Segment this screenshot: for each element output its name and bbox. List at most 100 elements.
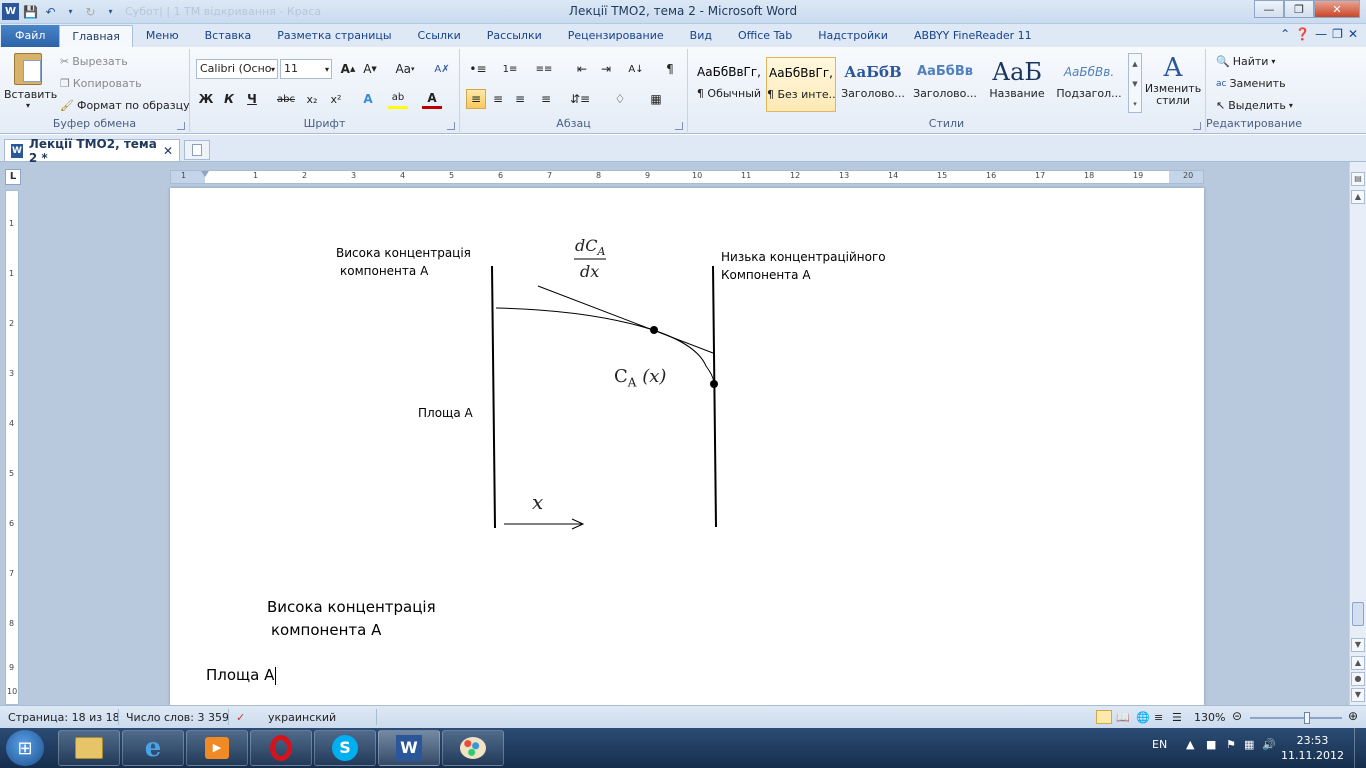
word-count[interactable]: Число слов: 3 359 xyxy=(126,711,229,724)
scroll-down-button[interactable]: ▼ xyxy=(1351,638,1365,652)
network-icon[interactable]: ▦ xyxy=(1244,738,1254,751)
font-dialog-launcher[interactable] xyxy=(447,122,455,130)
sort-icon[interactable]: A↓ xyxy=(626,59,646,79)
superscript-button[interactable]: x² xyxy=(326,89,346,109)
paste-button[interactable]: Вставить ▾ xyxy=(4,53,57,110)
scroll-up-button[interactable]: ▲ xyxy=(1351,190,1365,204)
media-player-taskbar-button[interactable]: ▶ xyxy=(186,730,248,766)
prev-page-button[interactable]: ▲ xyxy=(1351,656,1365,670)
system-clock[interactable]: 23:53 11.11.2012 xyxy=(1281,733,1344,763)
draft-icon[interactable]: ☰ xyxy=(1172,711,1182,724)
subscript-button[interactable]: x₂ xyxy=(302,89,322,109)
dropdown-arrow-icon[interactable]: ▾ xyxy=(62,3,79,20)
vertical-scrollbar[interactable]: ▤ ▲ ▼ ▲ ● ▼ xyxy=(1349,162,1366,705)
zoom-level[interactable]: 130% xyxy=(1194,711,1225,724)
select-button[interactable]: ↖ Выделить ▾ xyxy=(1216,99,1293,112)
tab-office-tab[interactable]: Office Tab xyxy=(725,25,805,47)
show-hidden-icons[interactable]: ▲ xyxy=(1186,738,1194,751)
tab-view[interactable]: Вид xyxy=(677,25,725,47)
tab-insert[interactable]: Вставка xyxy=(192,25,265,47)
ie-taskbar-button[interactable]: e xyxy=(122,730,184,766)
format-painter-button[interactable]: 🖌 Формат по образцу xyxy=(60,99,190,112)
word-taskbar-button[interactable]: W xyxy=(378,730,440,766)
document-page[interactable]: Висока концентрація компонента А Низька … xyxy=(170,188,1204,705)
paragraph-dialog-launcher[interactable] xyxy=(675,122,683,130)
tab-mailings[interactable]: Рассылки xyxy=(474,25,555,47)
styles-dialog-launcher[interactable] xyxy=(1193,122,1201,130)
cut-button[interactable]: ✂ Вырезать xyxy=(60,55,128,68)
tab-file[interactable]: Файл xyxy=(1,25,60,47)
opera-taskbar-button[interactable] xyxy=(250,730,312,766)
action-center-icon[interactable]: ⚑ xyxy=(1226,738,1236,751)
next-page-button[interactable]: ▼ xyxy=(1351,688,1365,702)
numbering-icon[interactable]: 1≡ xyxy=(500,59,520,79)
decrease-indent-icon[interactable]: ⇤ xyxy=(572,59,592,79)
vertical-ruler[interactable]: 1 1 2 3 4 5 6 7 8 9 10 xyxy=(5,190,19,705)
view-ruler-button[interactable]: ▤ xyxy=(1351,172,1365,186)
paint-taskbar-button[interactable] xyxy=(442,730,504,766)
style-subtitle[interactable]: АаБбВв. Подзагол... xyxy=(1054,57,1124,112)
zoom-in-button[interactable]: ⊕ xyxy=(1348,709,1358,723)
multilevel-list-icon[interactable]: ≡≡ xyxy=(534,59,554,79)
bullets-icon[interactable]: •≡ xyxy=(468,59,488,79)
bold-button[interactable]: Ж xyxy=(196,89,216,109)
scroll-thumb[interactable] xyxy=(1352,602,1364,626)
indent-marker[interactable] xyxy=(201,171,209,177)
style-title[interactable]: АаБ Название xyxy=(982,57,1052,112)
new-tab-button[interactable] xyxy=(184,140,210,160)
style-normal[interactable]: АаБбВвГг, ¶ Обычный xyxy=(694,57,764,112)
explorer-taskbar-button[interactable] xyxy=(58,730,120,766)
tab-abbyy[interactable]: ABBYY FineReader 11 xyxy=(901,25,1045,47)
zoom-slider-track[interactable] xyxy=(1250,717,1342,719)
styles-scroll[interactable]: ▲ ▼ ▾ xyxy=(1128,53,1142,113)
page-count[interactable]: Страница: 18 из 18 xyxy=(8,711,120,724)
strikethrough-button[interactable]: abc xyxy=(276,89,296,109)
justify-icon[interactable]: ≡ xyxy=(536,89,556,109)
tab-references[interactable]: Ссылки xyxy=(405,25,474,47)
font-size-combo[interactable]: 11 ▾ xyxy=(280,59,332,79)
close-button[interactable]: ✕ xyxy=(1314,0,1360,18)
style-heading-1[interactable]: АаБбВ Заголово... xyxy=(838,57,908,112)
underline-button[interactable]: Ч xyxy=(242,89,262,109)
undo-icon[interactable]: ↶ xyxy=(42,3,59,20)
style-no-spacing[interactable]: АаБбВвГг, ¶ Без инте... xyxy=(766,57,836,112)
align-left-icon[interactable]: ≡ xyxy=(466,89,486,109)
browse-object-button[interactable]: ● xyxy=(1351,672,1365,686)
proofing-icon[interactable]: ✓ xyxy=(236,711,245,724)
tab-page-layout[interactable]: Разметка страницы xyxy=(264,25,404,47)
tab-stop-selector[interactable]: L xyxy=(5,169,21,185)
input-language[interactable]: EN xyxy=(1152,738,1167,751)
tab-review[interactable]: Рецензирование xyxy=(555,25,677,47)
grow-font-button[interactable]: A ▲ xyxy=(338,59,358,79)
align-center-icon[interactable]: ≡ xyxy=(488,89,508,109)
restore-button[interactable]: ❐ xyxy=(1284,0,1314,18)
doc-close-icon[interactable]: ✕ xyxy=(1348,27,1358,41)
borders-icon[interactable]: ▦ xyxy=(646,89,666,109)
clear-formatting-icon[interactable]: A✗ xyxy=(432,59,452,79)
outline-icon[interactable]: ≡ xyxy=(1154,711,1163,724)
minimize-ribbon-icon[interactable]: ⌃ xyxy=(1280,27,1290,41)
highlight-icon[interactable]: ab xyxy=(388,89,408,109)
save-icon[interactable]: 💾 xyxy=(22,3,39,20)
help-icon[interactable]: ❓ xyxy=(1295,27,1310,41)
doc-minimize-icon[interactable]: — xyxy=(1315,27,1327,41)
tab-addins[interactable]: Надстройки xyxy=(805,25,901,47)
copy-button[interactable]: ❐ Копировать xyxy=(60,77,142,90)
horizontal-ruler[interactable]: 1 1 2 3 4 5 6 7 8 9 10 11 12 13 14 15 16… xyxy=(170,170,1204,184)
show-desktop-button[interactable] xyxy=(1354,728,1366,768)
change-case-button[interactable]: Aa ▾ xyxy=(392,59,418,79)
text-effects-icon[interactable]: A xyxy=(358,89,378,109)
style-heading-2[interactable]: АаБбВв Заголово... xyxy=(910,57,980,112)
word-app-icon[interactable]: W xyxy=(2,3,19,20)
tab-home[interactable]: Главная xyxy=(59,25,133,47)
doc-restore-icon[interactable]: ❐ xyxy=(1332,27,1343,41)
customize-qat-icon[interactable]: ▾ xyxy=(102,3,119,20)
tab-menu[interactable]: Меню xyxy=(133,25,192,47)
redo-icon[interactable]: ↻ xyxy=(82,3,99,20)
pilcrow-icon[interactable]: ¶ xyxy=(660,59,680,79)
web-layout-icon[interactable]: 🌐 xyxy=(1136,711,1150,724)
document-tab[interactable]: W Лекції ТМО2, тема 2 * ✕ xyxy=(4,137,180,165)
font-color-icon[interactable]: A xyxy=(422,89,442,109)
find-button[interactable]: 🔍 Найти ▾ xyxy=(1216,55,1275,68)
shading-icon[interactable]: ♢ xyxy=(610,89,630,109)
